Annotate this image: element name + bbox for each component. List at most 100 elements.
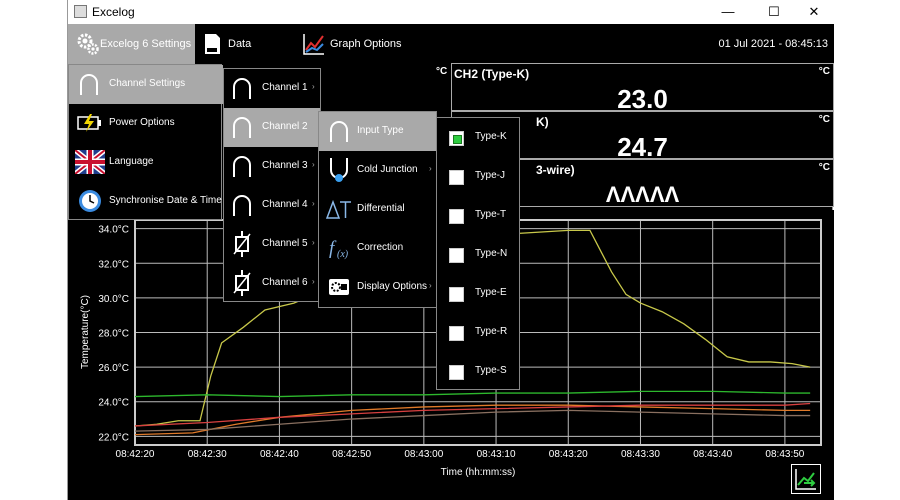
submenu-arrow-icon: › [215,78,218,87]
menu-item-label: Channel Settings [109,78,186,89]
rtd-icon [233,231,251,257]
submenu-arrow-icon: › [312,277,315,286]
menu-item-label: Type-E [475,287,507,298]
menu-item-label: Type-N [475,248,508,259]
menu-item-type-t[interactable]: Type-T [437,196,519,235]
x-tick-label: 08:43:40 [693,449,732,460]
menu-item-correction[interactable]: f (x) Correction [319,229,436,268]
tab-label: Excelog 6 Settings [100,38,192,50]
menu-item-label: Channel 3 [262,160,308,171]
y-tick-label: 28.0°C [98,329,129,340]
channel-name: CH2 (Type-K) [454,67,530,81]
menu-item-label: Type-R [475,326,508,337]
clock-icon [79,190,101,212]
menu-item-type-n[interactable]: Type-N [437,235,519,274]
menu-item-label: Cold Junction [357,164,418,175]
thermocouple-icon [330,121,348,142]
sd-card-icon [205,34,220,54]
checkbox[interactable] [449,326,464,341]
menu-item-label: Type-S [475,365,507,376]
checkbox[interactable] [449,287,464,302]
checkbox[interactable] [449,170,464,185]
maximize-button[interactable]: ☐ [754,0,794,24]
menu-item-channel-6[interactable]: Channel 6 › [224,264,320,303]
checkbox[interactable] [449,365,464,380]
submenu-arrow-icon: › [429,164,432,173]
menu-item-power-options[interactable]: Power Options [69,104,223,143]
cold-junction-icon [330,158,348,182]
x-tick-label: 08:42:20 [116,449,155,460]
menu-item-label: Type-K [475,131,507,142]
y-tick-label: 22.0°C [98,432,129,443]
x-tick-label: 08:43:30 [621,449,660,460]
menu-item-input-type[interactable]: Input Type › [319,112,436,151]
app-window: Excelog — ☐ ✕ Excelog 6 Settings Data Lo… [67,0,834,500]
menu-item-channel-2[interactable]: Channel 2 › [224,108,320,147]
menu-item-display-options[interactable]: Display Options › [319,268,436,307]
svg-text:(x): (x) [337,249,349,260]
channel-name: 3-wire) [536,163,575,177]
checkbox[interactable] [449,248,464,263]
gears-icon [77,33,99,55]
menu-item-label: Channel 1 [262,82,308,93]
uk-flag-icon [75,150,105,174]
display-options-icon [329,279,349,295]
menu-item-type-k[interactable]: Type-K [437,118,519,157]
submenu-arrow-icon: › [312,238,315,247]
menu-item-channel-1[interactable]: Channel 1 › [224,69,320,108]
window-title: Excelog [92,5,135,19]
menu-item-type-s[interactable]: Type-S [437,352,519,391]
y-tick-label: 26.0°C [98,363,129,374]
menu-item-cold-junction[interactable]: Cold Junction › [319,151,436,190]
export-graph-button[interactable] [791,464,821,494]
x-tick-label: 08:42:50 [332,449,371,460]
menu-item-label: Synchronise Date & Time [109,195,222,206]
menu-item-channel-3[interactable]: Channel 3 › [224,147,320,186]
tab-label: Graph Options [330,38,402,50]
tab-data-logging[interactable]: Data Logging [199,24,287,90]
submenu-arrow-icon: › [429,125,432,134]
channel-name: K) [536,115,549,129]
svg-text:f: f [329,238,337,259]
thermocouple-icon [233,117,251,138]
checkbox[interactable] [449,209,464,224]
y-tick-label: 32.0°C [98,259,129,270]
channel-menu: Channel 1 › Channel 2 › Channel 3 › Chan… [223,68,321,302]
main-toolbar: Excelog 6 Settings Data Logging Graph Op… [68,24,834,90]
menu-item-label: Channel 6 [262,277,308,288]
menu-item-type-j[interactable]: Type-J [437,157,519,196]
minimize-button[interactable]: — [708,0,748,24]
delta-t-icon [325,199,351,219]
input-type-menu: Type-K Type-J Type-T Type-N Type-E Type-… [436,117,520,390]
menu-item-channel-5[interactable]: Channel 5 › [224,225,320,264]
thermocouple-icon [233,156,251,177]
menu-item-label: Type-J [475,170,506,181]
menu-item-synchronise-date-time[interactable]: Synchronise Date & Time [69,182,223,221]
menu-item-language[interactable]: Language [69,143,223,182]
menu-item-channel-4[interactable]: Channel 4 › [224,186,320,225]
graph-icon [303,34,324,55]
thermocouple-icon [80,74,98,95]
menu-item-channel-settings[interactable]: Channel Settings › [69,65,223,104]
menu-item-label: Channel 5 [262,238,308,249]
tab-graph-options[interactable]: Graph Options [302,24,402,64]
y-tick-label: 30.0°C [98,294,129,305]
menu-item-differential[interactable]: Differential [319,190,436,229]
x-tick-label: 08:42:40 [260,449,299,460]
menu-item-label: Language [109,156,154,167]
menu-item-label: Differential [357,203,405,214]
close-button[interactable]: ✕ [794,0,834,24]
menu-item-label: Input Type [357,125,404,136]
tab-excelog-settings[interactable]: Excelog 6 Settings [68,24,195,64]
menu-item-type-e[interactable]: Type-E [437,274,519,313]
y-axis-label: Temperature(°C) [80,295,91,369]
y-tick-label: 34.0°C [98,225,129,236]
unit-label: °C [436,66,448,77]
rtd-icon [233,270,251,296]
unit-label: °C [818,66,830,77]
menu-item-type-r[interactable]: Type-R [437,313,519,352]
x-tick-label: 08:43:00 [404,449,443,460]
x-tick-label: 08:43:20 [549,449,588,460]
submenu-arrow-icon: › [312,160,315,169]
checkbox[interactable] [449,131,464,146]
